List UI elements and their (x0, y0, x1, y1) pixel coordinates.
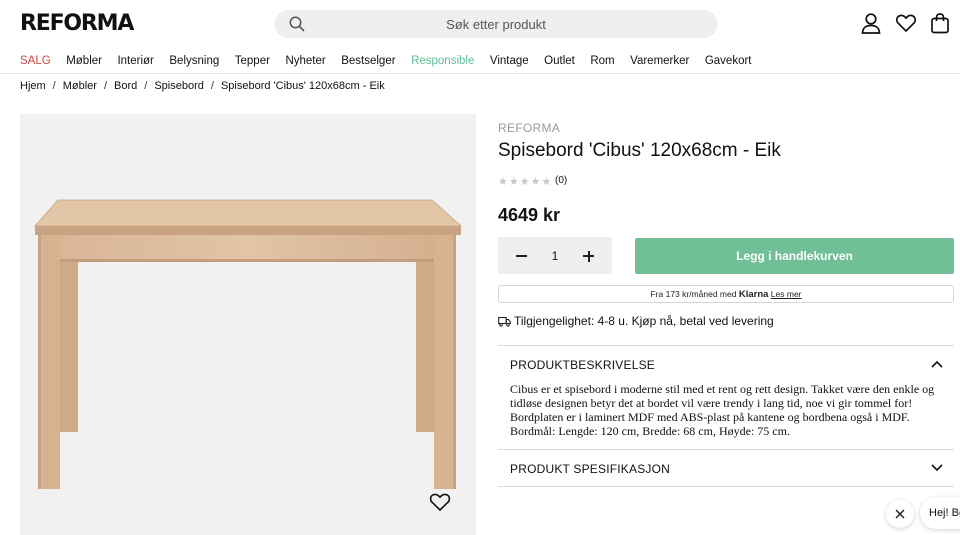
breadcrumb-separator: / (103, 80, 108, 92)
product-brand[interactable]: REFORMA (498, 121, 560, 135)
star-icon: ★ (508, 176, 519, 188)
search-bar[interactable]: Søk etter produkt (274, 10, 718, 38)
klarna-logo: Klarna (738, 289, 769, 300)
rating-count[interactable]: (0) (555, 175, 567, 186)
delivery-truck-icon (498, 316, 511, 327)
nav-item-tepper[interactable]: Tepper (235, 55, 270, 67)
description-line: Cibus er et spisebord i moderne stil med… (510, 382, 935, 396)
star-icon: ★ (530, 176, 541, 188)
account-icon[interactable] (860, 12, 884, 36)
table-illustration (34, 199, 463, 489)
breadcrumb-separator: / (210, 80, 214, 92)
search-input[interactable]: Søk etter produkt (274, 17, 718, 32)
klarna-text: Fra 173 kr/måned med (650, 289, 737, 299)
breadcrumb-bord[interactable]: Bord (114, 80, 137, 92)
availability: Tilgjengelighet: 4-8 u. Kjøp nå, betal v… (498, 314, 774, 328)
product-image[interactable] (20, 114, 476, 535)
reforma-logo[interactable]: REFORMA (20, 11, 134, 36)
product-price: 4649 kr (498, 205, 561, 225)
star-icon: ★ (541, 176, 552, 188)
breadcrumb-spisebord[interactable]: Spisebord (154, 80, 204, 92)
wishlist-heart-icon[interactable] (429, 492, 451, 512)
nav-item-gavekort[interactable]: Gavekort (705, 55, 752, 67)
nav-item-bestselger[interactable]: Bestselger (341, 55, 395, 67)
chevron-down-icon[interactable] (930, 462, 944, 474)
nav-item-belysning[interactable]: Belysning (169, 55, 219, 67)
close-icon (895, 509, 905, 519)
star-icon: ★ (519, 176, 530, 188)
nav-divider (0, 73, 960, 74)
main-nav: SALG Møbler Interiør Belysning Tepper Ny… (20, 55, 767, 67)
quantity-value[interactable]: 1 (498, 249, 612, 263)
accordion-spec-title[interactable]: PRODUKT SPESIFIKASJON (510, 462, 670, 476)
breadcrumb: Hjem / Møbler / Bord / Spisebord / Spise… (20, 80, 385, 92)
breadcrumb-separator: / (144, 80, 148, 92)
quantity-stepper: 1 (498, 237, 612, 274)
availability-text: Tilgjengelighet: 4-8 u. Kjøp nå, betal v… (514, 314, 774, 328)
bag-icon[interactable] (930, 12, 954, 36)
breadcrumb-mobler[interactable]: Møbler (63, 80, 97, 92)
description-line: Bordmål: Lengde: 120 cm, Bredde: 68 cm, … (510, 424, 790, 438)
product-description: Cibus er et spisebord i moderne stil med… (510, 382, 946, 438)
nav-item-vintage[interactable]: Vintage (490, 55, 529, 67)
nav-item-interior[interactable]: Interiør (117, 55, 153, 67)
chevron-up-icon[interactable] (930, 358, 944, 370)
klarna-read-more-link[interactable]: Les mer (771, 289, 802, 299)
add-to-cart-button[interactable]: Legg i handlekurven (635, 238, 954, 274)
breadcrumb-separator: / (52, 80, 56, 92)
breadcrumb-current: Spisebord 'Cibus' 120x68cm - Eik (220, 80, 385, 92)
description-line: Bordplaten er i laminert MDF med ABS-pla… (510, 410, 910, 424)
description-line: tidløse designen betyr det at bordet vil… (510, 396, 913, 410)
rating-stars[interactable]: ★ ★ ★ ★ ★ (498, 175, 551, 188)
heart-icon[interactable] (895, 12, 919, 36)
klarna-banner[interactable]: Fra 173 kr/måned med Klarna Les mer (498, 285, 954, 303)
plus-icon[interactable] (587, 250, 590, 262)
chat-greeting-bubble[interactable]: Hej! Be (920, 497, 960, 529)
accordion-divider (498, 345, 954, 346)
accordion-divider (498, 486, 954, 487)
chat-close-button[interactable] (886, 500, 914, 528)
accordion-divider (498, 449, 954, 450)
nav-item-rom[interactable]: Rom (590, 55, 614, 67)
nav-item-responsible[interactable]: Responsible (411, 55, 474, 67)
nav-item-nyheter[interactable]: Nyheter (285, 55, 325, 67)
nav-item-mobler[interactable]: Møbler (66, 55, 102, 67)
nav-item-outlet[interactable]: Outlet (544, 55, 575, 67)
nav-item-varemerker[interactable]: Varemerker (630, 55, 689, 67)
nav-item-salg[interactable]: SALG (20, 55, 51, 67)
product-title: Spisebord 'Cibus' 120x68cm - Eik (498, 140, 781, 161)
breadcrumb-hjem[interactable]: Hjem (20, 80, 46, 92)
star-icon: ★ (498, 176, 508, 188)
accordion-description-title[interactable]: PRODUKTBESKRIVELSE (510, 358, 655, 372)
